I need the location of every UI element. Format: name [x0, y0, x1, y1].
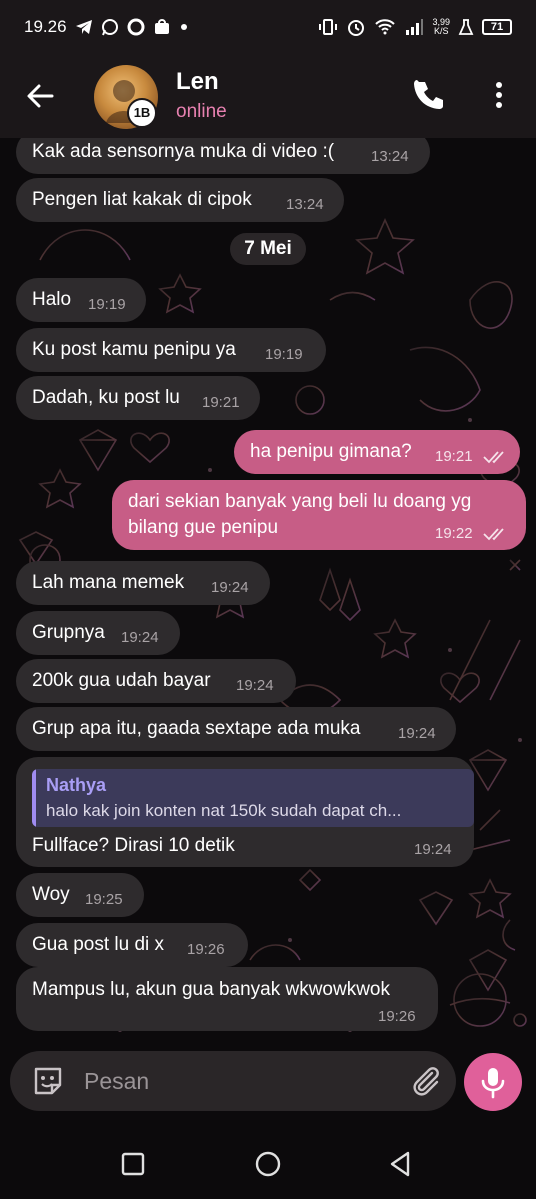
more-vertical-icon[interactable]: [486, 78, 512, 112]
message-bubble-incoming[interactable]: Grup apa itu, gaada sextape ada muka 19:…: [16, 707, 456, 751]
message-bubble-incoming[interactable]: Lah mana memek 19:24: [16, 561, 270, 605]
message-text: Mampus lu, akun gua banyak wkwowkwok: [32, 979, 391, 1000]
system-status-icons: 3,99 K/S 71: [318, 17, 512, 37]
message-text: ha penipu gimana?: [250, 441, 412, 462]
message-time: 19:25: [85, 891, 123, 908]
message-time: 19:22: [435, 525, 473, 542]
double-check-icon: [483, 528, 504, 541]
contact-status: online: [176, 101, 227, 122]
date-separator: 7 Mei: [230, 233, 306, 265]
system-navigation-bar: [0, 1125, 536, 1199]
reply-quoted-text: halo kak join konten nat 150k sudah dapa…: [46, 801, 402, 820]
paperclip-icon[interactable]: [408, 1063, 444, 1099]
message-text: Ku post kamu penipu ya: [32, 339, 236, 360]
message-bubble-incoming[interactable]: Grupnya 19:24: [16, 611, 180, 655]
wifi-icon: [375, 19, 396, 35]
message-text: Pengen liat kakak di cipok: [32, 189, 252, 210]
message-text-line2: bilang gue penipu: [128, 517, 279, 538]
message-time: 19:21: [202, 394, 240, 411]
message-time: 13:24: [371, 148, 409, 165]
message-time: 13:24: [286, 196, 324, 213]
message-time: 19:19: [265, 346, 303, 363]
message-time: 19:26: [378, 1008, 416, 1025]
vibrate-icon: [319, 19, 338, 35]
message-text-line1: dari sekian banyak yang beli lu doang yg: [128, 491, 472, 512]
dot-icon: [180, 24, 187, 30]
message-bubble-incoming[interactable]: 200k gua udah bayar 19:24: [16, 659, 296, 703]
message-text: Lah mana memek: [32, 572, 185, 593]
message-bubble-incoming[interactable]: Gua post lu di x 19:26: [16, 923, 248, 967]
message-bubble-outgoing[interactable]: ha penipu gimana? 19:21: [234, 430, 520, 474]
chat-header: 1B Len online: [0, 54, 536, 138]
lab-flask-icon: [458, 19, 474, 35]
message-bubble-reply[interactable]: Nathya halo kak join konten nat 150k sud…: [16, 757, 474, 867]
telegram-icon: [75, 20, 92, 34]
message-text: Woy: [32, 884, 70, 905]
recent-apps-icon[interactable]: [118, 1149, 148, 1179]
message-text: 200k gua udah bayar: [32, 670, 211, 691]
message-time: 19:24: [398, 725, 436, 742]
message-bubble-incoming[interactable]: Halo 19:19: [16, 278, 146, 322]
message-bubble-incoming[interactable]: Pengen liat kakak di cipok 13:24: [16, 178, 344, 222]
reply-quote[interactable]: Nathya halo kak join konten nat 150k sud…: [32, 769, 474, 827]
message-time: 19:26: [187, 941, 225, 958]
voice-record-button[interactable]: [464, 1053, 522, 1111]
reply-quote-bar: [32, 769, 36, 827]
shop-icon: [154, 19, 169, 34]
status-time: 19.26: [24, 17, 67, 36]
message-time: 19:24: [211, 579, 249, 596]
back-arrow-icon[interactable]: [22, 78, 58, 114]
home-icon[interactable]: [253, 1149, 283, 1179]
status-bar: 19.26 3,99 K/S 71: [0, 0, 536, 54]
message-time: 19:24: [121, 629, 159, 646]
whatsapp-icon: [101, 19, 118, 36]
circle-app-icon: [127, 18, 145, 36]
message-time: 19:24: [414, 841, 452, 858]
reply-sender-name: Nathya: [46, 775, 107, 795]
message-bubble-incoming[interactable]: Ku post kamu penipu ya 19:19: [16, 328, 326, 372]
message-time: 19:19: [88, 296, 126, 313]
message-text: Halo: [32, 289, 72, 310]
story-badge: 1B: [127, 98, 157, 128]
avatar[interactable]: 1B: [94, 65, 158, 129]
message-bubble-incoming[interactable]: Woy 19:25: [16, 873, 144, 917]
message-text: Kak ada sensornya muka di video :(: [32, 141, 335, 162]
notification-icons: [75, 18, 189, 36]
message-composer: [10, 1051, 456, 1111]
message-input[interactable]: [84, 1061, 384, 1101]
message-text: Grupnya: [32, 622, 105, 643]
contact-name[interactable]: Len: [176, 68, 219, 96]
message-time: 19:21: [435, 448, 473, 465]
message-text: Dadah, ku post lu: [32, 387, 180, 408]
message-bubble-incoming[interactable]: Dadah, ku post lu 19:21: [16, 376, 260, 420]
back-triangle-icon[interactable]: [386, 1149, 416, 1179]
signal-icon: [406, 19, 424, 35]
message-text: Fullface? Dirasi 10 detik: [32, 835, 235, 856]
microphone-icon: [481, 1068, 505, 1099]
message-bubble-outgoing[interactable]: dari sekian banyak yang beli lu doang yg…: [112, 480, 526, 550]
message-time: 19:24: [236, 677, 274, 694]
battery-indicator: 71: [482, 19, 512, 35]
phone-icon[interactable]: [412, 78, 446, 112]
message-text: Grup apa itu, gaada sextape ada muka: [32, 718, 361, 739]
double-check-icon: [483, 451, 504, 464]
emoji-sticker-icon[interactable]: [30, 1063, 66, 1099]
network-speed-unit: K/S: [433, 26, 449, 36]
alarm-icon: [348, 20, 365, 36]
message-bubble-incoming[interactable]: Mampus lu, akun gua banyak wkwowkwok 19:…: [16, 967, 438, 1031]
message-text: Gua post lu di x: [32, 934, 165, 955]
network-speed: 3,99 K/S: [432, 18, 450, 36]
